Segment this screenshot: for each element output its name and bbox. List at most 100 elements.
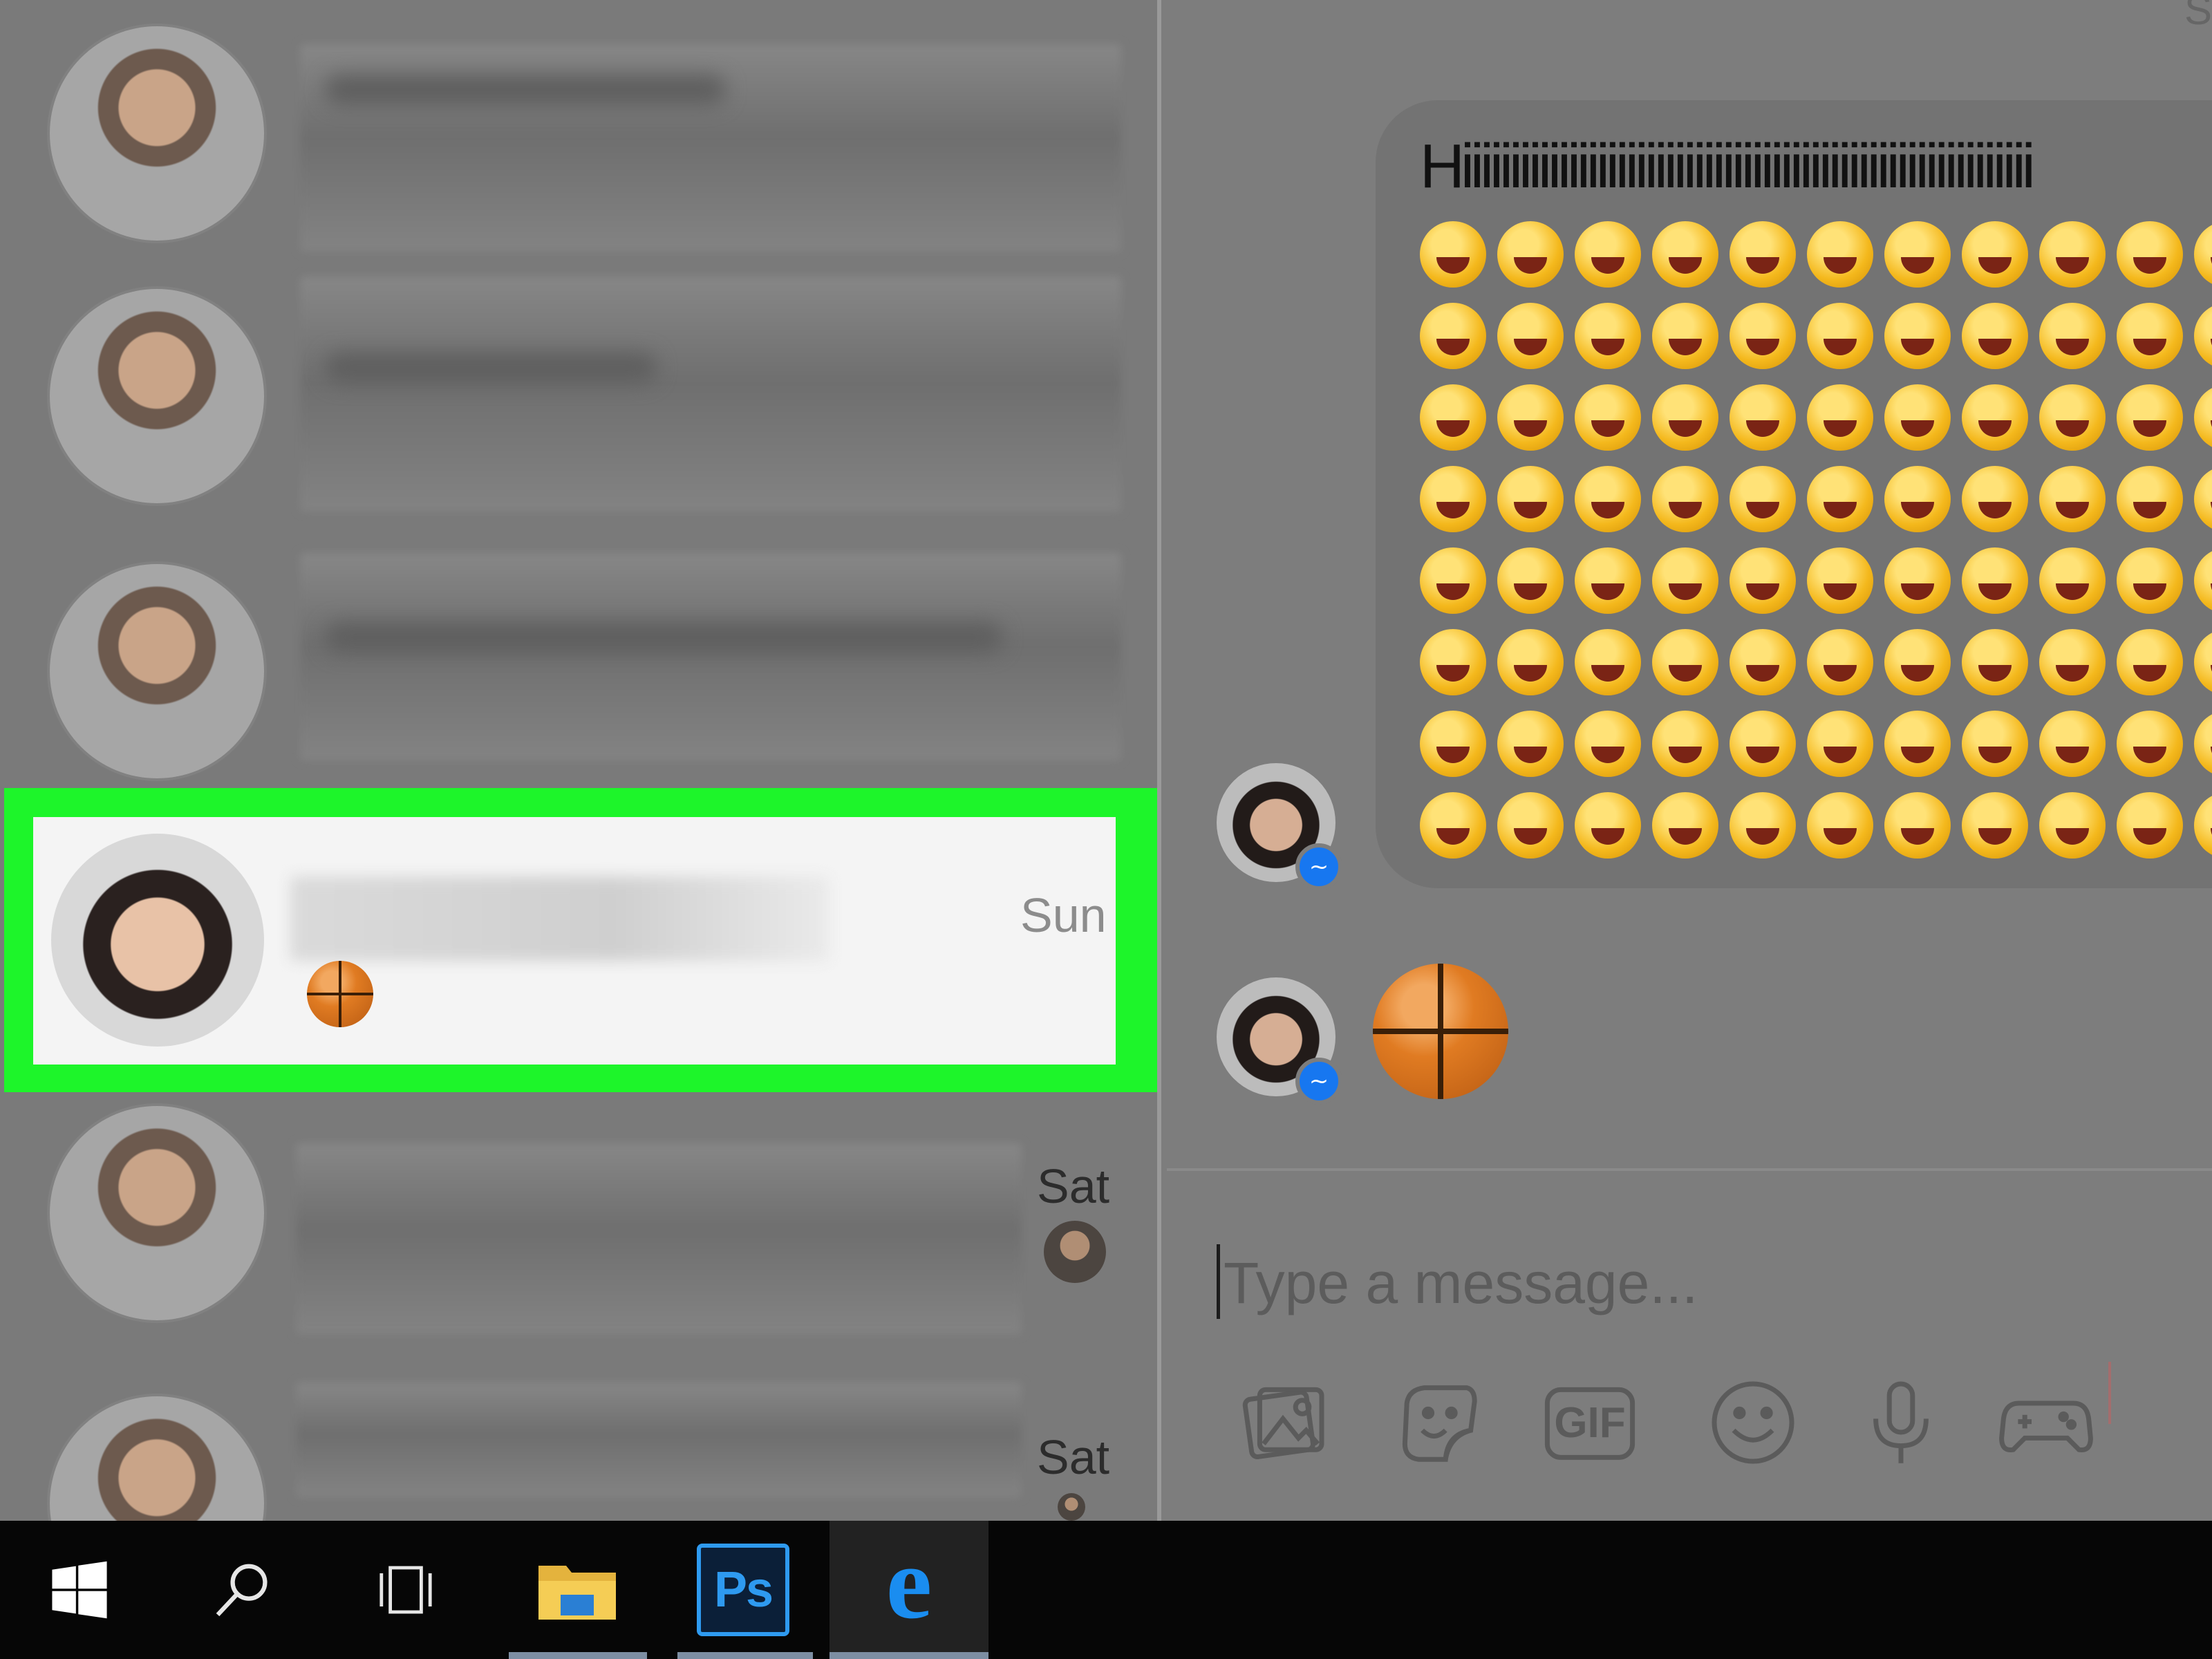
message-input[interactable]: [1222, 1244, 2124, 1322]
blush-emoji-icon: [1730, 629, 1796, 695]
conversation-item[interactable]: Sat: [0, 1106, 1157, 1334]
seen-avatar: [1044, 1221, 1106, 1283]
game-controller-icon[interactable]: [1998, 1374, 2094, 1471]
grinning-emoji-icon: [1497, 384, 1564, 451]
joy-emoji-icon: [1575, 711, 1641, 777]
emoji-row: [1420, 629, 2212, 711]
grinning-emoji-icon: [1497, 303, 1564, 369]
running-indicator: [509, 1652, 647, 1659]
conversation-item[interactable]: [0, 276, 1157, 512]
joy-emoji-icon: [1652, 711, 1718, 777]
emoji-row: [1420, 303, 2212, 384]
sticker-icon[interactable]: [1389, 1374, 1486, 1471]
windows-start-button[interactable]: [0, 1521, 159, 1659]
messenger-icon: ~: [1295, 1058, 1342, 1105]
smile-emoji-icon: [1575, 466, 1641, 532]
smile-emoji-icon: [1497, 466, 1564, 532]
grinning-emoji-icon: [1420, 221, 1486, 288]
running-indicator: [830, 1652, 988, 1659]
photoshop-button[interactable]: Ps: [664, 1521, 823, 1659]
grinning-emoji-icon: [1884, 221, 1951, 288]
grinning-emoji-icon: [1652, 221, 1718, 288]
image-icon[interactable]: [1235, 1374, 1331, 1471]
edge-icon: e: [885, 1526, 932, 1640]
conversation-item[interactable]: [0, 14, 1157, 252]
grinning-emoji-icon: [1807, 384, 1873, 451]
grinning-emoji-icon: [2194, 221, 2212, 288]
gif-button[interactable]: GIF: [1541, 1374, 1638, 1471]
smile-emoji-icon: [1420, 792, 1486, 859]
name-blurred: [325, 75, 726, 105]
emoji-row: [1420, 547, 2212, 629]
relieved-emoji-icon: [2194, 792, 2212, 859]
conversation-list[interactable]: Sun Sat Sat: [0, 0, 1157, 1611]
smile-emoji-icon: [2194, 466, 2212, 532]
grinning-emoji-icon: [1420, 384, 1486, 451]
grinning-emoji-icon: [1575, 221, 1641, 288]
file-explorer-button[interactable]: [498, 1521, 657, 1659]
photoshop-icon: Ps: [697, 1544, 789, 1636]
wink-emoji-icon: [2039, 629, 2106, 695]
smile-emoji-icon: [1730, 792, 1796, 859]
grinning-emoji-icon: [1962, 221, 2028, 288]
blush-emoji-icon: [1575, 547, 1641, 614]
grinning-emoji-icon: [1730, 221, 1796, 288]
smile-emoji-icon: [1575, 792, 1641, 859]
blush-emoji-icon: [2039, 547, 2106, 614]
wink-emoji-icon: [2194, 629, 2212, 695]
grinning-emoji-icon: [2194, 303, 2212, 369]
message-preview-blurred: [300, 276, 1121, 512]
grin-emoji-icon: [2117, 711, 2183, 777]
blush-emoji-icon: [1420, 547, 1486, 614]
smile-emoji-icon: [1652, 792, 1718, 859]
blush-emoji-icon: [2117, 547, 2183, 614]
grinning-emoji-icon: [1962, 384, 2028, 451]
contact-avatar: [50, 289, 264, 503]
blush-emoji-icon: [1730, 547, 1796, 614]
grinning-emoji-icon: [1730, 711, 1796, 777]
task-view-button[interactable]: [326, 1521, 485, 1659]
blush-emoji-icon: [1497, 547, 1564, 614]
last-message-day: Sat: [1037, 1159, 1110, 1213]
grinning-emoji-icon: [1807, 221, 1873, 288]
seen-avatar: [1058, 1493, 1085, 1521]
emoji-icon[interactable]: [1705, 1374, 1801, 1471]
smile-emoji-icon: [1497, 792, 1564, 859]
grinning-emoji-icon: [2117, 221, 2183, 288]
grinning-emoji-icon: [1497, 711, 1564, 777]
emoji-row: [1420, 466, 2212, 547]
relieved-emoji-icon: [2117, 792, 2183, 859]
emoji-row: [1420, 711, 2212, 792]
messenger-icon: ~: [1295, 843, 1342, 890]
blush-emoji-icon: [2194, 547, 2212, 614]
grinning-emoji-icon: [1962, 303, 2028, 369]
message-preview-blurred: [296, 1382, 1022, 1497]
grinning-emoji-icon: [2194, 384, 2212, 451]
emoji-row: [1420, 221, 2212, 303]
basketball-icon[interactable]: [1373, 964, 1508, 1099]
message-text: Hiiiiiiiiiiiiiiiiiiiiiiiiiiiiiiiiiiiiiii…: [1420, 132, 2036, 200]
last-message-day: Sun: [1020, 888, 1107, 942]
conversation-item[interactable]: [0, 553, 1157, 781]
emoji-row: [1420, 792, 2212, 874]
search-button[interactable]: [163, 1521, 322, 1659]
smile-emoji-icon: [2039, 466, 2106, 532]
conversation-item[interactable]: Sat: [0, 1382, 1157, 1611]
emoji-message: [1420, 221, 2212, 878]
name-blurred: [290, 877, 830, 961]
blush-emoji-icon: [1575, 629, 1641, 695]
grinning-emoji-icon: [1575, 303, 1641, 369]
wink-emoji-icon: [1962, 629, 2028, 695]
grinning-emoji-icon: [1497, 221, 1564, 288]
grinning-emoji-icon: [2039, 303, 2106, 369]
running-indicator: [677, 1652, 813, 1659]
smile-emoji-icon: [1420, 466, 1486, 532]
blush-emoji-icon: [1652, 629, 1718, 695]
blush-emoji-icon: [1652, 547, 1718, 614]
microphone-icon[interactable]: [1853, 1374, 1949, 1471]
grinning-emoji-icon: [1807, 303, 1873, 369]
contact-avatar: [50, 564, 264, 778]
edge-button[interactable]: e: [830, 1521, 988, 1659]
basketball-icon: [307, 961, 373, 1027]
grinning-emoji-icon: [1575, 384, 1641, 451]
